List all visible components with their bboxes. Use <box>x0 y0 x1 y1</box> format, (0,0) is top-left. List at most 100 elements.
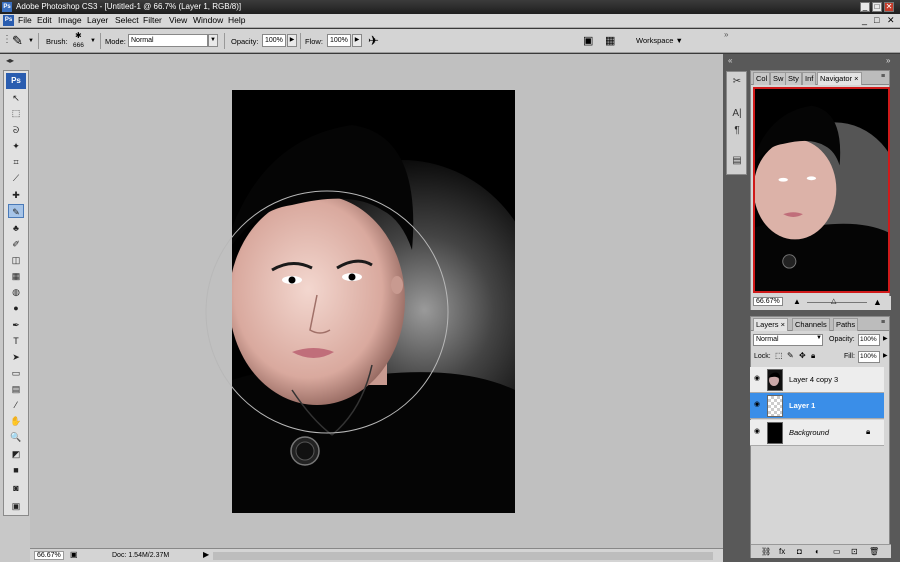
marquee-tool-icon[interactable]: ⬚ <box>8 106 24 120</box>
lock-position-icon[interactable]: ✥ <box>799 351 806 360</box>
navigator-zoom-value[interactable]: 66.67% <box>753 297 783 306</box>
fx-icon[interactable]: fx <box>779 547 785 556</box>
foreground-background-colors[interactable]: ■ <box>8 463 24 477</box>
clone-stamp-tool-icon[interactable]: ♣ <box>8 221 24 235</box>
hand-tool-icon[interactable]: ✋ <box>8 414 24 428</box>
layer-name[interactable]: Layer 1 <box>789 401 815 410</box>
lasso-tool-icon[interactable]: ᘐ <box>8 123 24 137</box>
brush-tool-icon[interactable]: ✎ <box>8 204 24 218</box>
minimize-button[interactable]: _ <box>860 2 870 12</box>
type-tool-icon[interactable]: T <box>8 334 24 348</box>
blend-mode-dropdown-icon[interactable]: ▼ <box>816 335 822 341</box>
layer-comps-icon[interactable]: ▤ <box>730 154 744 168</box>
link-icon[interactable]: ⛓ <box>761 547 771 556</box>
tool-presets-icon[interactable]: ✂ <box>730 75 744 89</box>
character-panel-icon[interactable]: A| <box>730 107 744 121</box>
preset-dropdown-icon[interactable]: ▼ <box>28 38 34 44</box>
fill-slider-icon[interactable]: ▶ <box>883 352 888 359</box>
path-selection-tool-icon[interactable]: ➤ <box>8 350 24 364</box>
zoom-slider[interactable] <box>807 302 867 303</box>
opacity-input[interactable]: 100% <box>262 34 286 47</box>
close-button[interactable]: ✕ <box>884 2 894 12</box>
panel-menu-icon[interactable]: ≡ <box>881 73 885 80</box>
swap-colors-icon[interactable]: ◩ <box>8 447 24 461</box>
tab-channels[interactable]: Channels <box>792 318 830 331</box>
menu-view[interactable]: View <box>169 15 187 25</box>
menu-app-logo[interactable]: Ps <box>3 15 14 26</box>
quick-mask-icon[interactable]: ◙ <box>8 481 24 495</box>
visibility-eye-icon[interactable]: ◉ <box>752 428 762 436</box>
photoshop-logo[interactable]: Ps <box>6 73 26 89</box>
flow-input[interactable]: 100% <box>327 34 351 47</box>
doc-close-button[interactable]: ✕ <box>887 15 895 26</box>
tab-styles[interactable]: Sty <box>785 72 802 85</box>
layer-opacity-input[interactable]: 100% <box>858 334 880 346</box>
layer-name[interactable]: Layer 4 copy 3 <box>789 375 838 384</box>
tab-paths[interactable]: Paths <box>833 318 859 331</box>
mask-icon[interactable]: ◘ <box>797 547 802 556</box>
toolbox-collapse-icon[interactable]: ◂▸ <box>6 56 14 65</box>
zoom-slider-thumb[interactable]: △ <box>831 297 836 305</box>
tab-swatches[interactable]: Sw <box>770 72 787 85</box>
brush-dropdown-icon[interactable]: ▼ <box>90 38 96 44</box>
mode-select[interactable]: Normal <box>128 34 208 47</box>
layers-menu-icon[interactable]: ≡ <box>881 319 885 326</box>
maximize-button[interactable]: □ <box>872 2 882 12</box>
move-tool-icon[interactable]: ↖ <box>8 91 24 105</box>
shape-tool-icon[interactable]: ▭ <box>8 366 24 380</box>
eyedropper-tool-icon[interactable]: ⁄ <box>8 398 24 412</box>
tab-layers[interactable]: Layers × <box>753 318 788 331</box>
crop-tool-icon[interactable]: ⌗ <box>8 155 24 169</box>
new-layer-icon[interactable]: ⊡ <box>851 547 858 556</box>
visibility-eye-icon[interactable]: ◉ <box>752 375 762 383</box>
brush-preset-icon[interactable]: ✎ <box>12 33 23 49</box>
status-menu-arrow-icon[interactable]: ▶ <box>203 550 209 559</box>
layer-row[interactable]: ◉ Layer 4 copy 3 <box>750 367 884 393</box>
paragraph-panel-icon[interactable]: ¶ <box>730 124 744 138</box>
menu-file[interactable]: File <box>18 15 32 25</box>
layer-row-selected[interactable]: ◉ Layer 1 <box>750 393 884 419</box>
menu-filter[interactable]: Filter <box>143 15 162 25</box>
opacity-slider-icon[interactable]: ▶ <box>287 34 297 47</box>
zoom-in-icon[interactable]: ▲ <box>873 297 882 307</box>
pen-tool-icon[interactable]: ✒ <box>8 318 24 332</box>
notes-tool-icon[interactable]: ▤ <box>8 382 24 396</box>
layer-row[interactable]: ◉ Background 🔒︎ <box>750 420 884 446</box>
history-brush-tool-icon[interactable]: ✐ <box>8 237 24 251</box>
dock-expand-icon[interactable]: « <box>728 56 732 65</box>
status-info-icon[interactable]: ▣ <box>70 550 78 559</box>
tab-info[interactable]: Inf <box>802 72 817 85</box>
group-icon[interactable]: ▭ <box>833 547 841 556</box>
zoom-tool-icon[interactable]: 🔍 <box>8 430 24 444</box>
fill-input[interactable]: 100% <box>858 351 880 363</box>
tab-navigator[interactable]: Navigator × <box>817 72 862 85</box>
trash-icon[interactable]: 🗑︎ <box>869 547 879 556</box>
adjustment-icon[interactable]: ◐ <box>815 547 820 556</box>
blur-tool-icon[interactable]: ◍ <box>8 285 24 299</box>
dodge-tool-icon[interactable]: ● <box>8 301 24 315</box>
flow-slider-icon[interactable]: ▶ <box>352 34 362 47</box>
visibility-eye-icon[interactable]: ◉ <box>752 401 762 409</box>
lock-transparency-icon[interactable]: ⬚ <box>775 351 783 360</box>
horizontal-scrollbar[interactable] <box>213 552 713 560</box>
status-zoom-value[interactable]: 66.67% <box>34 551 64 560</box>
healing-brush-tool-icon[interactable]: ✚ <box>8 188 24 202</box>
layer-opacity-slider-icon[interactable]: ▶ <box>883 335 888 342</box>
eraser-tool-icon[interactable]: ◫ <box>8 253 24 267</box>
lock-all-icon[interactable]: 🔒︎ <box>811 351 815 361</box>
blend-mode-select[interactable]: Normal <box>753 334 823 346</box>
doc-minimize-button[interactable]: _ <box>862 15 867 25</box>
bridge-icon[interactable]: ▦ <box>605 34 615 47</box>
lock-pixels-icon[interactable]: ✎ <box>787 351 794 360</box>
tab-color[interactable]: Col <box>753 72 771 85</box>
doc-restore-button[interactable]: □ <box>874 15 879 25</box>
airbrush-icon[interactable]: ✈ <box>368 33 379 49</box>
magic-wand-tool-icon[interactable]: ✦ <box>8 139 24 153</box>
menu-edit[interactable]: Edit <box>37 15 52 25</box>
workspace-menu[interactable]: Workspace ▼ <box>636 36 683 45</box>
mode-dropdown-icon[interactable]: ▼ <box>208 34 218 47</box>
slice-tool-icon[interactable]: ⟋ <box>8 171 24 185</box>
layer-name[interactable]: Background <box>789 428 829 437</box>
menu-select[interactable]: Select <box>115 15 139 25</box>
menu-help[interactable]: Help <box>228 15 245 25</box>
